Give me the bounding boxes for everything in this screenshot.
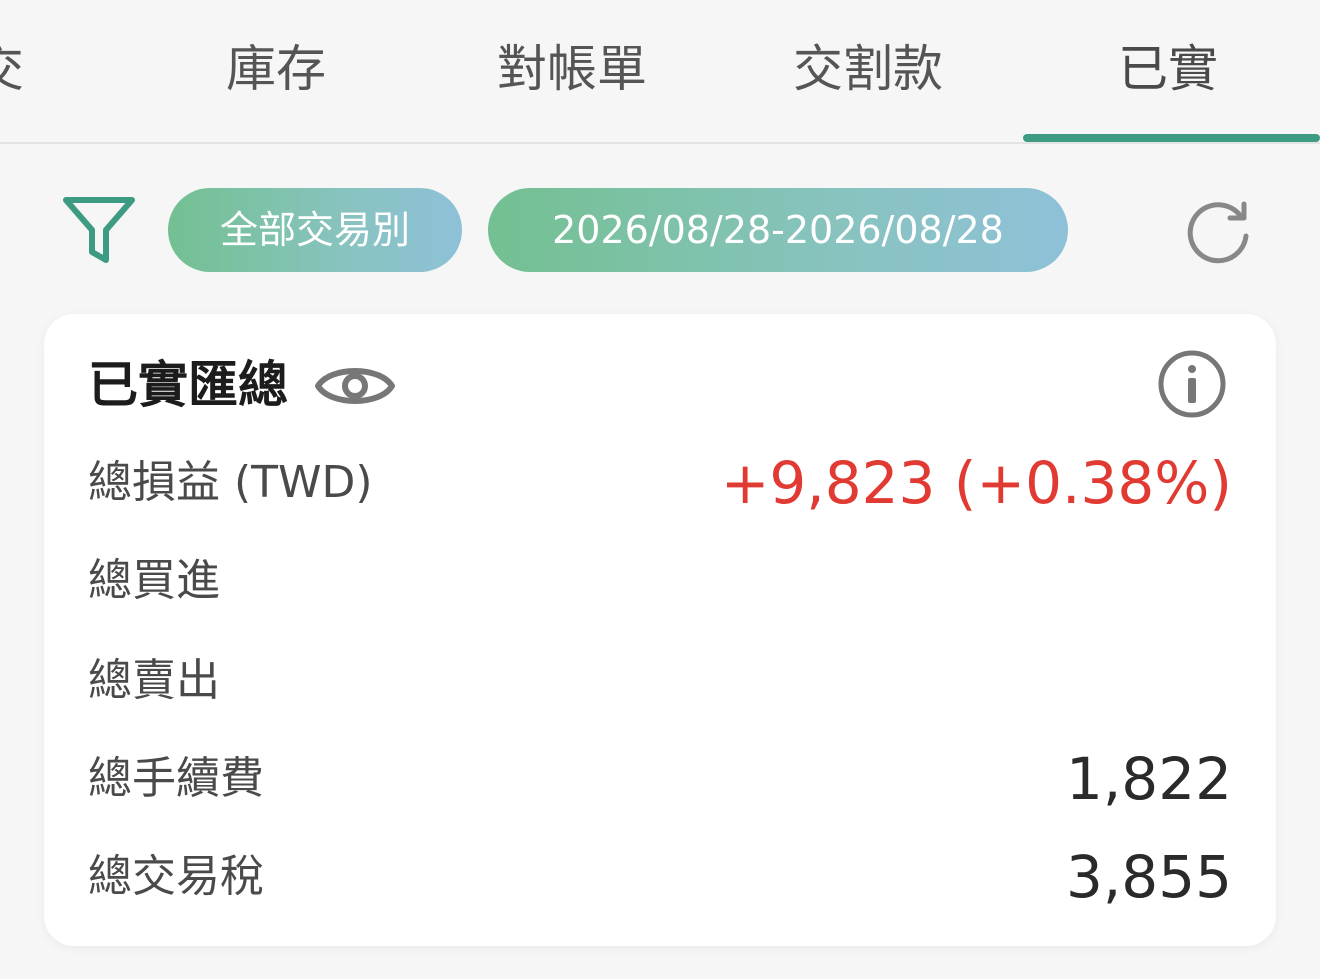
eye-icon[interactable] <box>314 358 396 414</box>
tab-statement[interactable]: 對帳單 <box>497 0 647 142</box>
total-pnl-label: 總損益 (TWD) <box>88 457 373 508</box>
summary-row-total-tax: 總交易稅 3,855 <box>88 842 1232 912</box>
total-sell-label: 總賣出 <box>88 655 220 706</box>
tab-settlement[interactable]: 交割款 <box>793 0 943 142</box>
summary-row-total-sell: 總賣出 <box>88 646 1232 716</box>
tab-transactions[interactable]: 交 <box>0 0 24 142</box>
date-range-filter-chip[interactable]: 2026/08/28-2026/08/28 <box>488 188 1068 272</box>
filter-icon[interactable] <box>62 194 136 268</box>
tab-bar: 交 庫存 對帳單 交割款 已實 <box>0 0 1320 144</box>
card-title: 已實匯總 <box>88 356 288 414</box>
tab-realized[interactable]: 已實 <box>1118 0 1218 142</box>
tab-inventory[interactable]: 庫存 <box>226 0 326 142</box>
total-fee-label: 總手續費 <box>88 753 264 804</box>
total-buy-label: 總買進 <box>88 555 220 606</box>
summary-row-total-pnl: 總損益 (TWD) +9,823 (+0.38%) <box>88 448 1232 518</box>
summary-row-total-buy: 總買進 <box>88 546 1232 616</box>
transaction-type-filter-chip[interactable]: 全部交易別 <box>168 188 462 272</box>
total-tax-label: 總交易稅 <box>88 851 264 902</box>
refresh-icon[interactable] <box>1184 196 1256 268</box>
realized-summary-card: 已實匯總 總損益 (TWD) +9,823 (+0.38%) 總買進 總賣出 總… <box>44 314 1276 946</box>
total-pnl-value: +9,823 (+0.38%) <box>720 449 1232 517</box>
active-tab-indicator <box>1023 134 1320 142</box>
total-tax-value: 3,855 <box>1065 843 1232 911</box>
total-fee-value: 1,822 <box>1065 745 1232 813</box>
info-icon[interactable] <box>1156 348 1228 420</box>
summary-row-total-fee: 總手續費 1,822 <box>88 744 1232 814</box>
